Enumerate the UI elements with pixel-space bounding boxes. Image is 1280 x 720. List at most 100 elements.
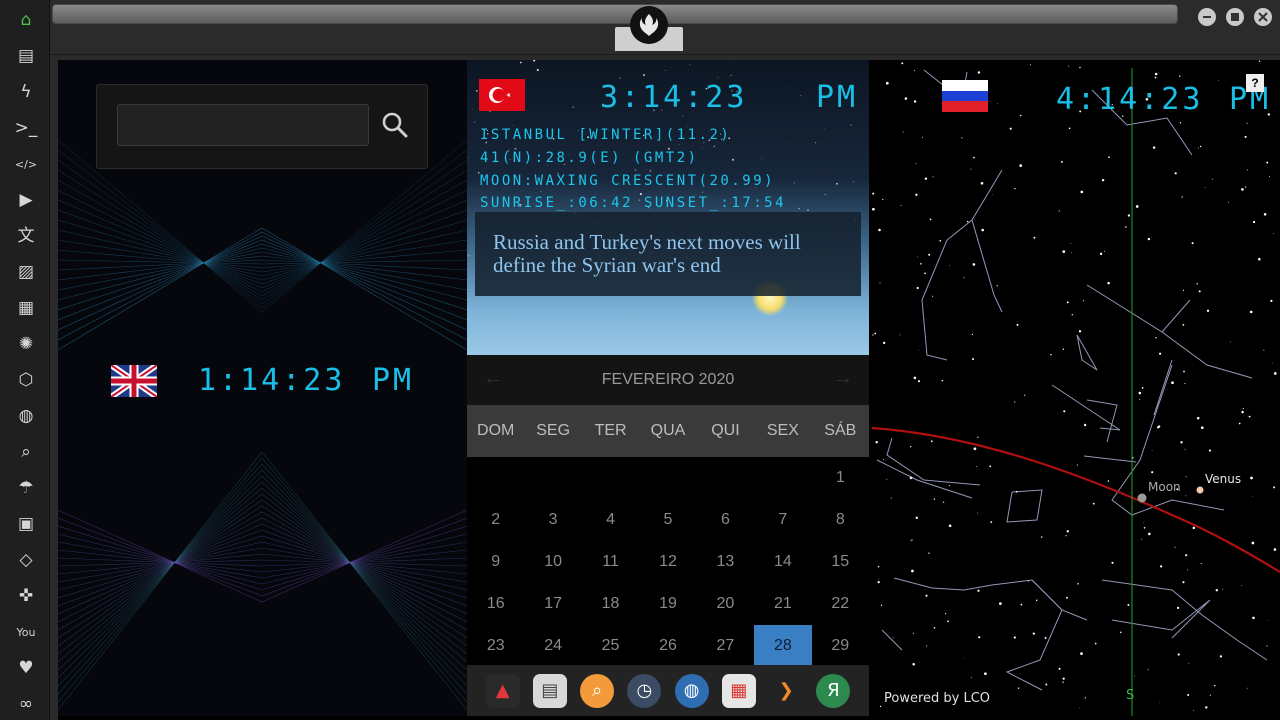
dock-news-icon[interactable]: ▤ [532, 673, 567, 708]
powered-by-label[interactable]: Powered by LCO [884, 691, 990, 706]
sidebar-item-expand[interactable]: ✜ [13, 583, 39, 609]
dock-app-red-icon[interactable]: ▲ [485, 673, 520, 708]
sidebar-item-heart[interactable]: ♥ [13, 655, 39, 681]
sidebar-item-link[interactable]: ◇ [13, 547, 39, 573]
minimize-button[interactable] [1198, 8, 1216, 26]
top-bar [50, 0, 1280, 55]
sidebar-item-aperture[interactable]: ✺ [13, 331, 39, 357]
weekday-label: SEG [536, 422, 571, 439]
news-card[interactable]: Russia and Turkey's next moves will defi… [475, 212, 861, 296]
star-map[interactable]: Moon Venus S [872, 60, 1280, 716]
calendar-day[interactable]: 12 [639, 541, 696, 583]
russia-flag-icon [942, 80, 988, 112]
close-button[interactable] [1254, 8, 1272, 26]
code-icon: </> [14, 157, 38, 171]
calendar-next-button[interactable]: → [833, 367, 853, 390]
sidebar-item-play[interactable]: ▶ [13, 187, 39, 213]
uk-panel: 1:14:23 PM [58, 60, 467, 716]
calendar-day[interactable]: 19 [639, 583, 696, 625]
translate-icon: 文 [17, 225, 35, 246]
dock-yandex-icon[interactable]: Я [816, 673, 851, 708]
calendar-day[interactable]: 5 [639, 499, 696, 541]
sidebar-item-contacts[interactable]: ▣ [13, 511, 39, 537]
calendar-day[interactable]: 13 [697, 541, 754, 583]
calendar-day[interactable]: 29 [812, 625, 869, 667]
calendar-days-grid: 1 2 3 4 5 6 7 8 9 10 11 12 13 14 15 16 17 18 19 20 21 22 23 24 2… [467, 457, 869, 667]
sidebar-item-news[interactable]: ▦ [13, 295, 39, 321]
dock-search-icon[interactable]: ⌕ [580, 673, 615, 708]
dock-forward-icon[interactable]: ❯ [769, 673, 804, 708]
calendar-day[interactable]: 6 [697, 499, 754, 541]
coordinates-info: 41(N):28.9(E) (GMT2) [480, 150, 699, 166]
weekday-label: QUI [711, 422, 740, 439]
sidebar-item-globe[interactable]: ◍ [13, 403, 39, 429]
calendar-day[interactable]: 20 [697, 583, 754, 625]
sidebar-item-cube[interactable]: ⬡ [13, 367, 39, 393]
sidebar-item-document[interactable]: ▤ [13, 43, 39, 69]
sun-times-info: SUNRISE_:06:42 SUNSET_:17:54 [480, 195, 787, 211]
calendar-day[interactable]: 21 [754, 583, 811, 625]
sidebar-item-terminal[interactable]: >_ [13, 115, 39, 141]
calendar-day[interactable]: 9 [467, 541, 524, 583]
search-icon: ⌕ [21, 441, 31, 462]
home-icon: ⌂ [20, 9, 32, 30]
umbrella-icon: ☂ [18, 477, 34, 498]
sidebar-item-youtube[interactable]: You [13, 619, 39, 645]
calendar-day[interactable]: 15 [812, 541, 869, 583]
calendar-day[interactable]: 10 [524, 541, 581, 583]
calendar-day[interactable]: 4 [582, 499, 639, 541]
dock-clock-icon[interactable]: ◷ [627, 673, 662, 708]
calendar-day[interactable]: 27 [697, 625, 754, 667]
calendar-weekday-row: DOM SEG TER QUA QUI SEX SÁB [467, 405, 869, 457]
dock-calendar-icon[interactable]: ▦ [721, 673, 756, 708]
main-area: 1:14:23 PM 3:14:23 PM ISTANBUL [WINTER](… [58, 60, 1280, 720]
minimize-icon [1203, 16, 1211, 18]
rebel-logo-svg [639, 14, 659, 36]
search-button[interactable] [379, 107, 411, 143]
calendar-day[interactable]: 24 [524, 625, 581, 667]
document-icon: ▤ [17, 45, 35, 66]
sidebar-item-home[interactable]: ⌂ [13, 7, 39, 33]
calendar-blank-cell [582, 457, 639, 499]
calendar-day[interactable]: 2 [467, 499, 524, 541]
sidebar-item-infinity[interactable]: ∞ [13, 691, 39, 717]
russia-clock-time: 4:14:23 [1056, 82, 1204, 117]
calendar-day[interactable]: 3 [524, 499, 581, 541]
search-icon [382, 112, 408, 138]
calendar-day-today[interactable]: 28 [754, 625, 812, 667]
calendar-day[interactable]: 14 [754, 541, 811, 583]
calendar: ← FEVEREIRO 2020 → DOM SEG TER QUA QUI SEX SÁB… [467, 355, 869, 667]
image-icon: ▨ [17, 261, 35, 282]
sidebar-item-umbrella[interactable]: ☂ [13, 475, 39, 501]
turkey-flag-icon [479, 79, 525, 111]
help-button[interactable]: ? [1246, 74, 1264, 92]
youtube-icon: You [16, 625, 36, 639]
calendar-day[interactable]: 25 [582, 625, 639, 667]
news-headline[interactable]: Russia and Turkey's next moves will defi… [493, 231, 843, 277]
calendar-day[interactable]: 1 [812, 457, 869, 499]
calendar-day[interactable]: 22 [812, 583, 869, 625]
calendar-prev-button[interactable]: ← [483, 367, 503, 390]
calendar-day[interactable]: 8 [812, 499, 869, 541]
sidebar-item-image[interactable]: ▨ [13, 259, 39, 285]
calendar-day[interactable]: 11 [582, 541, 639, 583]
sidebar-item-lightning[interactable]: ϟ [13, 79, 39, 105]
weekday-label: TER [594, 422, 627, 439]
sidebar-item-search[interactable]: ⌕ [13, 439, 39, 465]
search-input[interactable] [117, 104, 369, 146]
calendar-day[interactable]: 17 [524, 583, 581, 625]
address-bar[interactable] [52, 4, 1178, 24]
calendar-day[interactable]: 18 [582, 583, 639, 625]
calendar-blank-cell [467, 457, 524, 499]
sidebar-item-code[interactable]: </> [13, 151, 39, 177]
dock-globe-icon[interactable]: ◍ [674, 673, 709, 708]
maximize-button[interactable] [1226, 8, 1244, 26]
calendar-day[interactable]: 16 [467, 583, 524, 625]
sidebar-item-translate[interactable]: 文 [13, 223, 39, 249]
calendar-day[interactable]: 23 [467, 625, 524, 667]
calendar-day[interactable]: 26 [639, 625, 696, 667]
sky-panel: 3:14:23 PM ISTANBUL [WINTER](11.2) 41(N)… [467, 60, 869, 355]
calendar-day[interactable]: 7 [754, 499, 811, 541]
app-dock: ▲ ▤ ⌕ ◷ ◍ ▦ ❯ Я [467, 665, 869, 716]
lightning-icon: ϟ [20, 81, 32, 102]
